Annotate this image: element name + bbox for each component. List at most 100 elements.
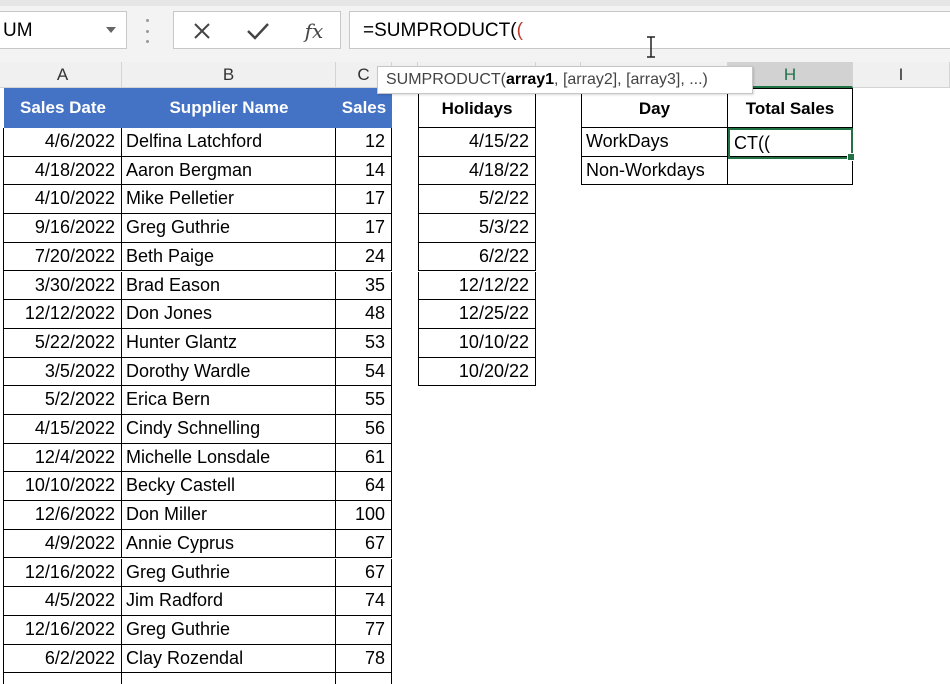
sales-value-cell[interactable]: 74 bbox=[336, 587, 392, 616]
sales-value-cell[interactable]: 12 bbox=[336, 128, 392, 157]
supplier-name-cell[interactable]: Don Miller bbox=[122, 501, 336, 530]
supplier-name-cell[interactable]: Erica Bern bbox=[122, 386, 336, 415]
sales-value-cell[interactable]: 55 bbox=[336, 386, 392, 415]
holiday-date-cell[interactable]: 5/3/22 bbox=[418, 214, 536, 243]
sales-value-cell[interactable]: 100 bbox=[336, 501, 392, 530]
column-header-B[interactable]: B bbox=[122, 62, 336, 88]
sales-value-cell[interactable]: 77 bbox=[336, 615, 392, 645]
name-box-value: UM bbox=[3, 20, 33, 41]
sales-date-cell[interactable]: 12/16/2022 bbox=[4, 558, 122, 588]
holiday-date-cell[interactable]: 6/2/22 bbox=[418, 242, 536, 272]
sales-value-cell[interactable]: 78 bbox=[336, 644, 392, 674]
sales-header-0[interactable]: Sales Date bbox=[4, 88, 122, 128]
summary-total-cell[interactable] bbox=[728, 156, 853, 186]
supplier-name-cell[interactable]: Dorothy Wardle bbox=[122, 357, 336, 387]
supplier-name-cell[interactable]: Mike Pelletier bbox=[122, 185, 336, 215]
sales-value-cell[interactable]: 24 bbox=[336, 242, 392, 272]
holiday-date-cell[interactable]: 12/25/22 bbox=[418, 300, 536, 329]
sales-date-cell[interactable]: 5/2/2022 bbox=[4, 386, 122, 415]
sales-date-cell[interactable]: 4/15/2022 bbox=[4, 415, 122, 444]
sheet-grid[interactable]: Sales Date Supplier Name Sales 4/6/2022 Delf… bbox=[0, 88, 950, 684]
supplier-name-cell[interactable]: Greg Guthrie bbox=[122, 615, 336, 645]
sales-value-cell[interactable]: 17 bbox=[336, 214, 392, 243]
sales-date-cell[interactable]: 6/2/2022 bbox=[4, 644, 122, 674]
sales-value-cell[interactable]: 61 bbox=[336, 443, 392, 473]
fill-handle[interactable] bbox=[847, 153, 855, 161]
holiday-date-cell[interactable]: 12/12/22 bbox=[418, 271, 536, 301]
holidays-header[interactable]: Holidays bbox=[418, 88, 536, 128]
supplier-name-cell[interactable]: Michelle Lonsdale bbox=[122, 443, 336, 473]
cancel-button[interactable] bbox=[187, 18, 217, 44]
check-icon bbox=[247, 23, 269, 40]
chevron-down-icon[interactable] bbox=[106, 27, 116, 33]
column-header-I[interactable]: I bbox=[853, 62, 950, 88]
formula-text: =SUMPRODUCT(( bbox=[363, 20, 523, 41]
sales-date-cell[interactable]: 4/9/2022 bbox=[4, 529, 122, 559]
supplier-name-cell[interactable]: Clay Rozendal bbox=[122, 644, 336, 674]
supplier-name-cell[interactable]: Greg Guthrie bbox=[122, 558, 336, 588]
enter-button[interactable] bbox=[243, 18, 273, 44]
sales-value-cell[interactable]: 54 bbox=[336, 357, 392, 387]
name-box[interactable]: UM bbox=[0, 11, 127, 49]
sales-value-cell[interactable]: 67 bbox=[336, 558, 392, 588]
function-tooltip: SUMPRODUCT(array1, [array2], [array3], .… bbox=[377, 66, 753, 94]
summary-header-1[interactable]: Total Sales bbox=[728, 88, 853, 128]
supplier-name-cell[interactable]: Delfina Latchford bbox=[122, 128, 336, 157]
supplier-name-cell[interactable]: Becky Castell bbox=[122, 472, 336, 502]
holiday-date-cell[interactable]: 10/10/22 bbox=[418, 328, 536, 358]
sales-value-cell[interactable]: 64 bbox=[336, 472, 392, 502]
sales-value-cell[interactable]: 53 bbox=[336, 328, 392, 358]
sales-date-cell[interactable]: 12/6/2022 bbox=[4, 501, 122, 530]
sales-date-cell[interactable] bbox=[4, 673, 122, 684]
sales-date-cell[interactable]: 12/4/2022 bbox=[4, 443, 122, 473]
sales-date-cell[interactable]: 5/22/2022 bbox=[4, 328, 122, 358]
summary-day-cell[interactable]: WorkDays bbox=[581, 128, 728, 157]
sales-date-cell[interactable]: 4/5/2022 bbox=[4, 587, 122, 616]
sales-value-cell[interactable]: 14 bbox=[336, 156, 392, 186]
supplier-name-cell[interactable] bbox=[122, 673, 336, 684]
sales-value-cell[interactable] bbox=[336, 673, 392, 684]
sales-value-cell[interactable]: 56 bbox=[336, 415, 392, 444]
sales-date-cell[interactable]: 9/16/2022 bbox=[4, 214, 122, 243]
sales-date-cell[interactable]: 3/5/2022 bbox=[4, 357, 122, 387]
holiday-date-cell[interactable]: 5/2/22 bbox=[418, 185, 536, 215]
supplier-name-cell[interactable]: Don Jones bbox=[122, 300, 336, 329]
sales-date-cell[interactable]: 3/30/2022 bbox=[4, 271, 122, 301]
table-border bbox=[3, 128, 4, 684]
column-header-A[interactable]: A bbox=[4, 62, 122, 88]
supplier-name-cell[interactable]: Annie Cyprus bbox=[122, 529, 336, 559]
sales-value-cell[interactable]: 48 bbox=[336, 300, 392, 329]
sales-date-cell[interactable]: 7/20/2022 bbox=[4, 242, 122, 272]
sales-value-cell[interactable]: 35 bbox=[336, 271, 392, 301]
sales-date-cell[interactable]: 4/10/2022 bbox=[4, 185, 122, 215]
active-cell[interactable]: CT(( bbox=[728, 128, 855, 161]
sales-date-cell[interactable]: 4/18/2022 bbox=[4, 156, 122, 186]
supplier-name-cell[interactable]: Aaron Bergman bbox=[122, 156, 336, 186]
supplier-name-cell[interactable]: Brad Eason bbox=[122, 271, 336, 301]
sales-date-cell[interactable]: 10/10/2022 bbox=[4, 472, 122, 502]
formula-buttons: fx bbox=[173, 11, 341, 49]
summary-header-0[interactable]: Day bbox=[581, 88, 728, 128]
supplier-name-cell[interactable]: Beth Paige bbox=[122, 242, 336, 272]
sales-date-cell[interactable]: 12/12/2022 bbox=[4, 300, 122, 329]
sales-header-1[interactable]: Supplier Name bbox=[122, 88, 336, 128]
insert-function-button[interactable]: fx bbox=[299, 18, 329, 44]
sales-value-cell[interactable]: 67 bbox=[336, 529, 392, 559]
sales-date-cell[interactable]: 4/6/2022 bbox=[4, 128, 122, 157]
supplier-name-cell[interactable]: Greg Guthrie bbox=[122, 214, 336, 243]
supplier-name-cell[interactable]: Hunter Glantz bbox=[122, 328, 336, 358]
function-icon: fx bbox=[304, 19, 324, 43]
drag-handle-icon[interactable] bbox=[144, 19, 150, 43]
sales-value-cell[interactable]: 17 bbox=[336, 185, 392, 215]
sales-date-cell[interactable]: 12/16/2022 bbox=[4, 615, 122, 645]
holiday-date-cell[interactable]: 4/18/22 bbox=[418, 156, 536, 186]
formula-bar: UM fx =SUMPRODUCT(( bbox=[0, 6, 950, 62]
sales-header-2[interactable]: Sales bbox=[336, 88, 392, 128]
summary-day-cell[interactable]: Non-Workdays bbox=[581, 156, 728, 186]
supplier-name-cell[interactable]: Jim Radford bbox=[122, 587, 336, 616]
holiday-date-cell[interactable]: 4/15/22 bbox=[418, 128, 536, 157]
close-icon bbox=[194, 23, 210, 39]
supplier-name-cell[interactable]: Cindy Schnelling bbox=[122, 415, 336, 444]
holiday-date-cell[interactable]: 10/20/22 bbox=[418, 357, 536, 387]
active-cell-text: CT(( bbox=[734, 133, 770, 153]
